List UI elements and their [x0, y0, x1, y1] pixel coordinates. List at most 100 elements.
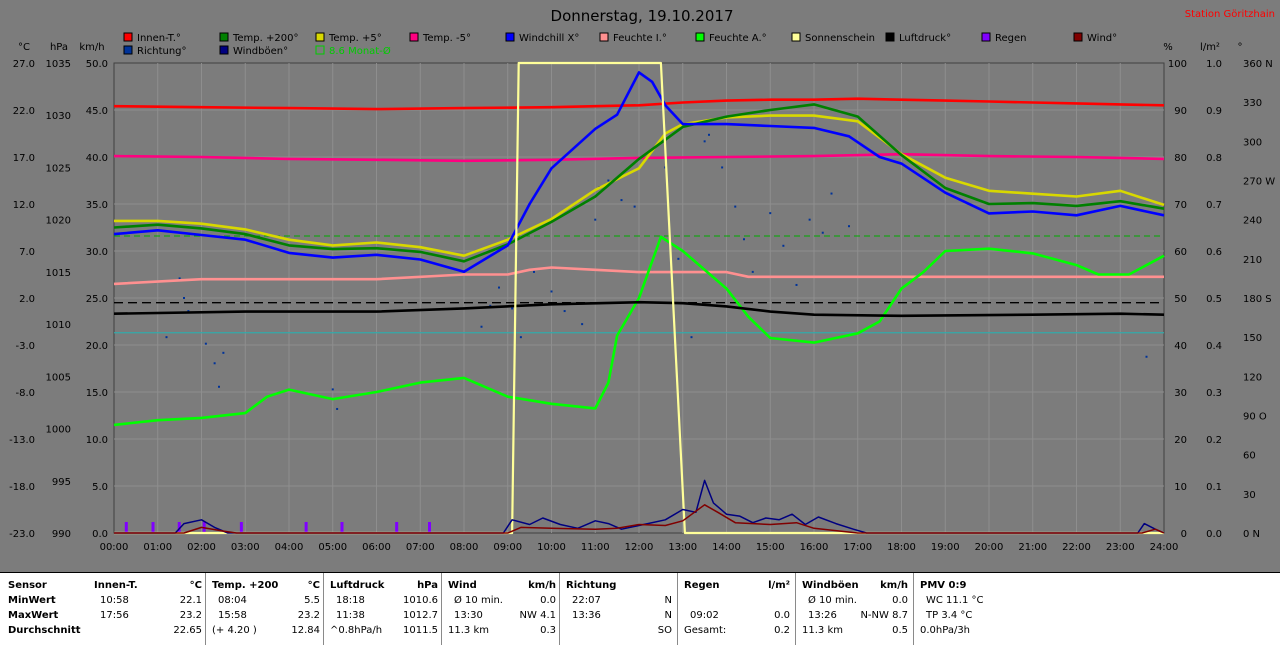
rain-tick-label: 0.8: [1206, 153, 1222, 164]
footer-row-labels: Sensor MinWert MaxWert Durchschnitt: [8, 577, 88, 643]
footer-group-regen: Regen l/m² 09:02 0.0 Gesamt: 0.2: [684, 577, 790, 643]
footer-data-row: (+ 4.20 ) 12.84: [212, 623, 320, 638]
legend-item-sonnenschein: Sonnenschein: [791, 32, 875, 44]
footer-data-row: ^0.8hPa/h 1011.5: [330, 623, 438, 638]
speed-unit-label: km/h: [79, 42, 104, 53]
footer-cell-left: 22:07: [572, 595, 601, 606]
x-tick-label: 21:00: [1018, 542, 1047, 553]
speed-tick-label: 10.0: [86, 435, 108, 446]
footer-cell-value: 22.65: [173, 625, 202, 636]
x-tick-label: 06:00: [362, 542, 391, 553]
direction-dot: [607, 179, 610, 182]
footer-data-row: 17:56 23.2: [94, 608, 202, 623]
temp-tick-label: -8.0: [15, 388, 35, 399]
direction-dot: [594, 218, 597, 221]
direction-tick-label: 210: [1243, 255, 1262, 266]
footer-cell-left: (+ 4.20 ): [212, 625, 257, 636]
humidity-tick-label: 90: [1174, 106, 1187, 117]
x-tick-label: 15:00: [756, 542, 785, 553]
footer-cell-left: Ø 10 min.: [454, 595, 503, 606]
footer-cell-left: 08:04: [218, 595, 247, 606]
speed-tick-label: 5.0: [92, 482, 108, 493]
temp-tick-label: -23.0: [9, 529, 35, 540]
legend-label: Temp. +5°: [328, 33, 382, 44]
humidity-tick-label: 20: [1174, 435, 1187, 446]
footer-data-row: 22.65: [94, 623, 202, 638]
direction-dot: [213, 362, 216, 365]
legend-label: Regen: [995, 33, 1027, 44]
x-tick-label: 13:00: [668, 542, 697, 553]
pressure-tick-label: 1030: [46, 111, 71, 122]
footer-header-row: Regen l/m²: [684, 578, 790, 593]
legend-label: 8.6 Monat-Ø: [329, 45, 391, 57]
station-label: Station Göritzhain: [1185, 9, 1275, 20]
speed-tick-label: 0.0: [92, 529, 108, 540]
direction-dot: [480, 325, 483, 328]
direction-dot: [498, 286, 500, 289]
footer-data-row: 13:26 N-NW 8.7: [802, 608, 908, 623]
humidity-unit-label: %: [1163, 42, 1173, 53]
legend-swatch: [885, 32, 895, 42]
direction-dot: [336, 407, 339, 410]
humidity-tick-label: 40: [1174, 341, 1187, 352]
footer-data-row: 09:02 0.0: [684, 608, 790, 623]
footer-cell-value: 23.2: [297, 610, 320, 621]
footer-header-row: Windböen km/h: [802, 578, 908, 593]
footer-row-label: Durchschnitt: [8, 625, 81, 636]
footer-group-title: Innen-T.: [94, 580, 138, 591]
direction-dot: [782, 244, 785, 247]
x-tick-label: 20:00: [975, 542, 1004, 553]
direction-dot: [331, 388, 334, 391]
rain-unit-label: l/m²: [1200, 42, 1220, 53]
legend-swatch: [315, 32, 325, 42]
legend-label: Windchill X°: [519, 33, 579, 44]
legend-swatch: [1073, 32, 1083, 42]
footer-group-title: PMV 0:9: [920, 580, 967, 591]
x-tick-label: 00:00: [100, 542, 129, 553]
pressure-tick-label: 1010: [46, 320, 71, 331]
humidity-tick-label: 10: [1174, 482, 1187, 493]
footer-cell-left: Ø 10 min.: [808, 595, 857, 606]
footer-header-row: Richtung: [566, 578, 672, 593]
footer-data-row: 11.3 km 0.5: [802, 623, 908, 638]
speed-tick-label: 15.0: [86, 388, 108, 399]
direction-tick-label: 150: [1243, 333, 1262, 344]
pressure-unit-label: hPa: [50, 42, 68, 53]
footer-cell-left: 18:18: [336, 595, 365, 606]
rain-tick-label: 0.9: [1206, 106, 1222, 117]
humidity-tick-label: 0: [1181, 529, 1187, 540]
legend-label: Windböen°: [233, 46, 288, 57]
temp-tick-label: 17.0: [13, 153, 35, 164]
temp-tick-label: 22.0: [13, 106, 35, 117]
speed-tick-label: 45.0: [86, 106, 108, 117]
legend-swatch: [123, 32, 133, 42]
x-tick-label: 02:00: [187, 542, 216, 553]
rain-mark: [304, 522, 308, 533]
direction-dot: [848, 225, 850, 228]
pressure-tick-label: 1005: [46, 372, 71, 383]
direction-dot: [795, 283, 798, 286]
rain-tick-label: 1.0: [1206, 59, 1222, 70]
direction-dot: [690, 336, 693, 339]
legend-swatch: [599, 32, 609, 42]
speed-tick-label: 25.0: [86, 294, 108, 305]
x-tick-label: 17:00: [843, 542, 872, 553]
footer-group-unit: l/m²: [768, 580, 790, 591]
direction-dot: [633, 205, 636, 208]
footer-cell-value: 12.84: [291, 625, 320, 636]
legend-label: Feuchte A.°: [709, 33, 767, 44]
footer-group-unit: °C: [189, 580, 202, 591]
legend-swatch: [219, 45, 229, 55]
footer-cell-left: 10:58: [100, 595, 129, 606]
footer-separator: [205, 573, 206, 645]
footer-row-label: Sensor: [8, 580, 47, 591]
footer-group-luftdruck: Luftdruck hPa 18:18 1010.6 11:38 1012.7 ^0.8hP…: [330, 577, 438, 643]
legend-swatch: [505, 32, 515, 42]
humidity-tick-label: 50: [1174, 294, 1187, 305]
footer-group-title: Wind: [448, 580, 477, 591]
footer-cell-left: 15:58: [218, 610, 247, 621]
x-tick-label: 03:00: [231, 542, 260, 553]
temp-tick-label: 27.0: [13, 59, 35, 70]
direction-dot: [620, 199, 623, 202]
footer-data-row: 0.0hPa/3h: [920, 623, 1050, 638]
